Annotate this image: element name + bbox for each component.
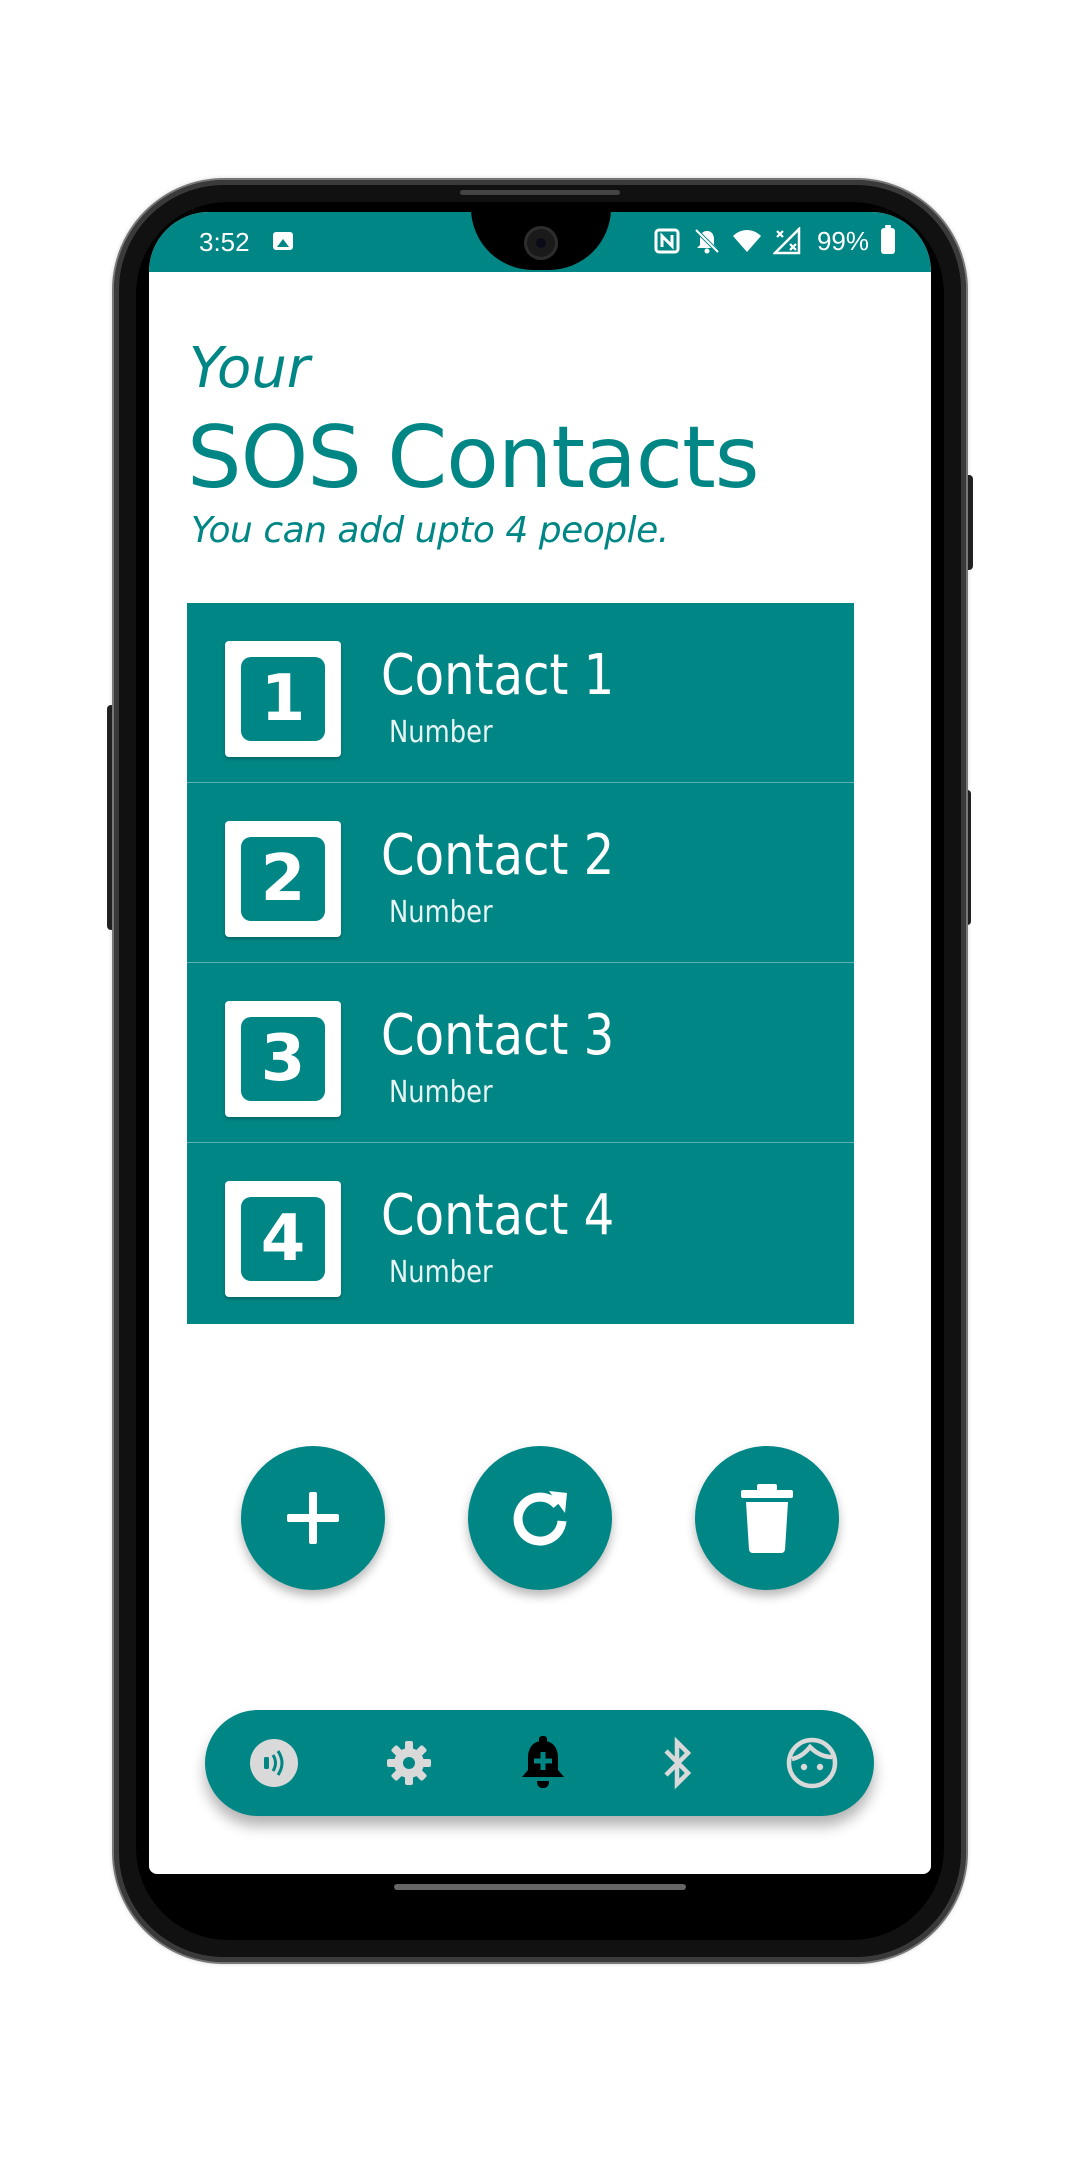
- bell-off-icon: [691, 225, 723, 257]
- nearby-icon: [250, 1739, 298, 1787]
- contact-name: Contact 1: [381, 643, 615, 708]
- nav-settings[interactable]: [382, 1736, 436, 1790]
- contact-name: Contact 3: [381, 1003, 615, 1068]
- trash-icon: [741, 1484, 793, 1553]
- image-icon: [273, 232, 293, 250]
- contact-number-badge: 1: [225, 641, 341, 757]
- badge-digit: 4: [241, 1197, 325, 1281]
- contact-row[interactable]: 3 Contact 3 Number: [187, 963, 854, 1143]
- nav-profile[interactable]: [785, 1736, 839, 1790]
- delete-button[interactable]: [695, 1446, 839, 1590]
- badge-digit: 2: [241, 837, 325, 921]
- header-overline: Your: [189, 336, 310, 401]
- badge-digit: 3: [241, 1017, 325, 1101]
- wifi-icon: [731, 225, 763, 257]
- status-icons: 99%: [651, 225, 895, 257]
- no-signal-icon: [771, 225, 803, 257]
- contact-row[interactable]: 4 Contact 4 Number: [187, 1143, 854, 1324]
- contact-phone: Number: [389, 1255, 493, 1290]
- contacts-list: 1 Contact 1 Number 2 Contact 2 Number 3 …: [187, 603, 854, 1324]
- contact-number-badge: 3: [225, 1001, 341, 1117]
- badge-digit: 1: [241, 657, 325, 741]
- bottom-navigation: [205, 1710, 874, 1816]
- status-time: 3:52: [199, 227, 250, 257]
- sos-bell-icon: [522, 1736, 564, 1788]
- nav-bluetooth[interactable]: [651, 1736, 705, 1790]
- contact-row[interactable]: 1 Contact 1 Number: [187, 603, 854, 783]
- plus-icon: [287, 1492, 339, 1544]
- battery-icon: [881, 225, 895, 254]
- battery-percent: 99%: [816, 225, 869, 256]
- refresh-icon: [513, 1491, 567, 1546]
- contact-phone: Number: [389, 895, 493, 930]
- contact-phone: Number: [389, 1075, 493, 1110]
- page-subtitle: You can add upto 4 people.: [191, 510, 669, 551]
- gesture-home-bar[interactable]: [394, 1884, 686, 1890]
- contact-number-badge: 4: [225, 1181, 341, 1297]
- contact-number-badge: 2: [225, 821, 341, 937]
- app-screen: 3:52 99% Your SOS Contacts You can add u…: [149, 212, 931, 1874]
- nfc-icon: [651, 225, 683, 257]
- add-contact-button[interactable]: [241, 1446, 385, 1590]
- earpiece-speaker: [460, 190, 620, 195]
- contact-name: Contact 4: [381, 1183, 615, 1248]
- device-mockup: 3:52 99% Your SOS Contacts You can add u…: [0, 0, 1080, 2160]
- face-icon: [786, 1737, 838, 1789]
- nav-nearby[interactable]: [247, 1736, 301, 1790]
- contact-name: Contact 2: [381, 823, 615, 888]
- nav-sos-alert[interactable]: [516, 1736, 570, 1790]
- contact-phone: Number: [389, 715, 493, 750]
- status-bar: 3:52 99%: [149, 212, 931, 272]
- bluetooth-icon: [664, 1736, 692, 1790]
- front-camera: [524, 226, 558, 260]
- contact-row[interactable]: 2 Contact 2 Number: [187, 783, 854, 963]
- settings-icon: [387, 1741, 431, 1785]
- page-title: SOS Contacts: [187, 408, 760, 508]
- refresh-button[interactable]: [468, 1446, 612, 1590]
